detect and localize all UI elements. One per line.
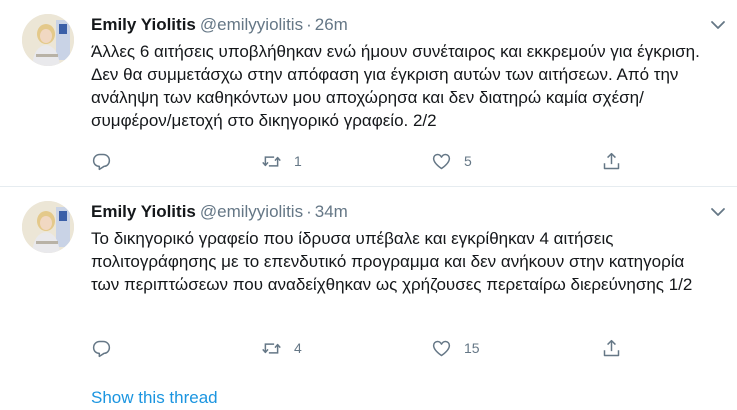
tweet-actions: 4 15 [91, 337, 631, 359]
tweet-actions: 1 5 [91, 150, 631, 172]
reply-icon [92, 340, 111, 357]
share-button[interactable] [601, 337, 622, 359]
avatar[interactable] [22, 201, 74, 253]
tweet-text: Άλλες 6 αιτήσεις υποβλήθηκαν ενώ ήμουν σ… [91, 42, 700, 130]
chevron-down-icon[interactable] [709, 16, 727, 34]
author-name[interactable]: Emily Yiolitis [91, 202, 196, 221]
separator: · [306, 202, 312, 221]
retweet-button[interactable]: 1 [261, 150, 302, 172]
heart-icon [432, 340, 451, 356]
retweet-count: 4 [294, 340, 302, 356]
share-icon [603, 339, 620, 356]
tweet-text: Το δικηγορικό γραφείο που ίδρυσα υπέβαλε… [91, 229, 693, 294]
show-thread-link[interactable]: Show this thread [91, 387, 218, 409]
share-button[interactable] [601, 150, 622, 172]
tweet-header: Emily Yiolitis @emilyyiolitis · 34m [91, 201, 348, 223]
author-handle[interactable]: @emilyyiolitis [200, 202, 303, 221]
tweet-header: Emily Yiolitis @emilyyiolitis · 26m [91, 14, 348, 36]
heart-icon [432, 153, 451, 169]
share-icon [603, 152, 620, 169]
timestamp[interactable]: 26m [315, 15, 348, 34]
avatar[interactable] [22, 14, 74, 66]
author-name[interactable]: Emily Yiolitis [91, 15, 196, 34]
retweet-icon [262, 342, 281, 354]
like-count: 15 [464, 340, 480, 356]
reply-button[interactable] [91, 337, 112, 359]
like-button[interactable]: 5 [431, 150, 472, 172]
retweet-count: 1 [294, 153, 302, 169]
timestamp[interactable]: 34m [315, 202, 348, 221]
reply-icon [92, 153, 111, 170]
retweet-button[interactable]: 4 [261, 337, 302, 359]
separator: · [306, 15, 312, 34]
chevron-down-icon[interactable] [709, 203, 727, 221]
like-button[interactable]: 15 [431, 337, 480, 359]
tweet[interactable]: Emily Yiolitis @emilyyiolitis · 34m Το δικη… [0, 187, 737, 410]
author-handle[interactable]: @emilyyiolitis [200, 15, 303, 34]
reply-button[interactable] [91, 150, 112, 172]
like-count: 5 [464, 153, 472, 169]
retweet-icon [262, 155, 281, 167]
tweet[interactable]: Emily Yiolitis @emilyyiolitis · 26m Άλλες 6… [0, 0, 737, 186]
